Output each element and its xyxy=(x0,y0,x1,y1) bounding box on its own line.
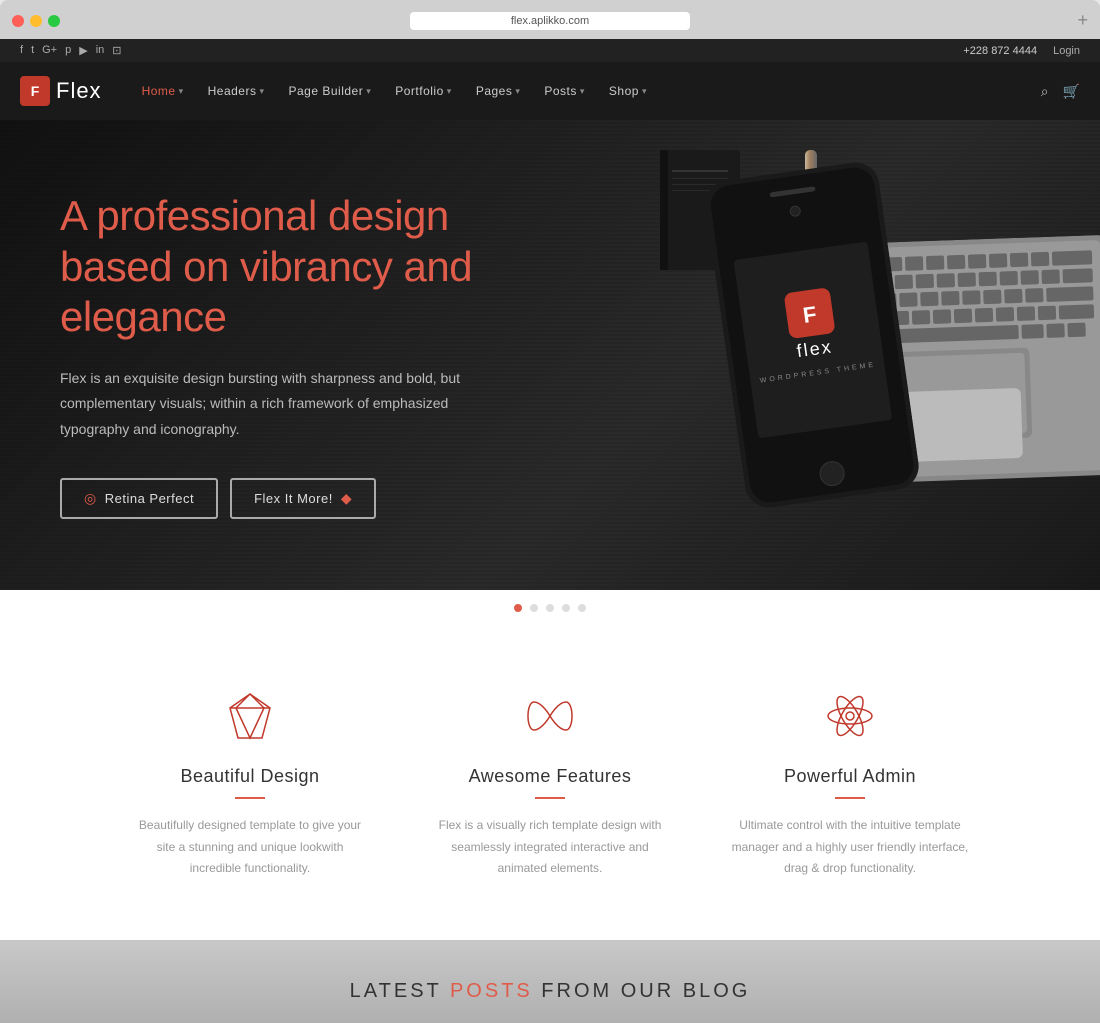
social-links: f t G+ p ▶ in ⊡ xyxy=(20,44,121,57)
infinity-icon xyxy=(430,686,670,746)
nav-pages-chevron: ▾ xyxy=(515,86,520,97)
feature-awesome-features-desc: Flex is a visually rich template design … xyxy=(430,815,670,880)
flex-it-more-button[interactable]: Flex It More! ◆ xyxy=(230,478,376,519)
feature-awesome-features-underline xyxy=(535,797,565,799)
nav-headers[interactable]: Headers ▾ xyxy=(198,76,275,106)
cart-icon[interactable]: 🛒 xyxy=(1063,83,1080,100)
hero-buttons: ◎ Retina Perfect Flex It More! ◆ xyxy=(60,478,490,519)
slider-dot-4[interactable] xyxy=(562,604,570,612)
blog-title-accent: POSTS xyxy=(450,980,533,1002)
blog-title-suffix: FROM OUR BLOG xyxy=(533,980,751,1002)
hero-title: A professional design based on vibrancy … xyxy=(60,191,490,342)
logo-text: Flex xyxy=(56,78,102,104)
hero-description: Flex is an exquisite design bursting wit… xyxy=(60,366,480,442)
nav-portfolio[interactable]: Portfolio ▾ xyxy=(385,76,462,106)
nav-portfolio-label: Portfolio xyxy=(395,84,444,98)
social-youtube[interactable]: ▶ xyxy=(79,44,87,57)
nav-shop[interactable]: Shop ▾ xyxy=(599,76,657,106)
dot-close[interactable] xyxy=(12,15,24,27)
feature-powerful-admin-title: Powerful Admin xyxy=(730,766,970,787)
social-other[interactable]: ⊡ xyxy=(112,44,121,57)
retina-perfect-button[interactable]: ◎ Retina Perfect xyxy=(60,478,218,519)
nav-pages[interactable]: Pages ▾ xyxy=(466,76,531,106)
login-link[interactable]: Login xyxy=(1053,45,1080,57)
logo-icon: F xyxy=(20,76,50,106)
nav-page-builder[interactable]: Page Builder ▾ xyxy=(279,76,382,106)
feature-beautiful-design: Beautiful Design Beautifully designed te… xyxy=(100,686,400,880)
feature-beautiful-design-title: Beautiful Design xyxy=(130,766,370,787)
nav-pages-label: Pages xyxy=(476,84,513,98)
main-nav: F Flex Home ▾ Headers ▾ Page Builder ▾ P… xyxy=(0,62,1100,120)
topbar-right: +228 872 4444 Login xyxy=(963,45,1080,57)
browser-frame: flex.aplikko.com + xyxy=(0,0,1100,39)
nav-posts[interactable]: Posts ▾ xyxy=(534,76,595,106)
social-pinterest[interactable]: p xyxy=(65,44,71,57)
slider-dot-5[interactable] xyxy=(578,604,586,612)
feature-beautiful-design-underline xyxy=(235,797,265,799)
hero-device-area: F flex WORDPRESS THEME xyxy=(495,120,1100,590)
slider-dot-3[interactable] xyxy=(546,604,554,612)
slider-dot-1[interactable] xyxy=(514,604,522,612)
slider-dot-2[interactable] xyxy=(530,604,538,612)
dot-maximize[interactable] xyxy=(48,15,60,27)
topbar: f t G+ p ▶ in ⊡ +228 872 4444 Login xyxy=(0,39,1100,62)
social-facebook[interactable]: f xyxy=(20,44,23,57)
nav-icon-group: ⌕ 🛒 xyxy=(1041,83,1080,100)
nav-page-builder-label: Page Builder xyxy=(289,84,364,98)
browser-titlebar: flex.aplikko.com + xyxy=(0,10,1100,39)
nav-home[interactable]: Home ▾ xyxy=(132,76,194,106)
slider-dots xyxy=(0,590,1100,626)
browser-dots xyxy=(12,15,60,27)
diamond-small-icon: ◆ xyxy=(341,490,352,507)
atom-icon xyxy=(730,686,970,746)
social-googleplus[interactable]: G+ xyxy=(42,44,57,57)
retina-button-label: Retina Perfect xyxy=(105,491,194,506)
nav-shop-chevron: ▾ xyxy=(642,86,647,97)
nav-portfolio-chevron: ▾ xyxy=(447,86,452,97)
hero-section: F flex WORDPRESS THEME xyxy=(0,120,1100,590)
phone-number: +228 872 4444 xyxy=(963,45,1037,57)
nav-home-chevron: ▾ xyxy=(179,86,184,97)
nav-headers-chevron: ▾ xyxy=(259,86,264,97)
nav-posts-label: Posts xyxy=(544,84,577,98)
blog-section: LATEST POSTS FROM OUR BLOG xyxy=(0,940,1100,1023)
url-bar[interactable]: flex.aplikko.com xyxy=(410,12,690,30)
blog-title-prefix: LATEST xyxy=(350,980,450,1002)
nav-home-label: Home xyxy=(142,84,176,98)
search-icon[interactable]: ⌕ xyxy=(1041,83,1049,100)
nav-posts-chevron: ▾ xyxy=(580,86,585,97)
diamond-icon xyxy=(130,686,370,746)
nav-shop-label: Shop xyxy=(609,84,639,98)
flex-button-label: Flex It More! xyxy=(254,491,333,506)
social-twitter[interactable]: t xyxy=(31,44,34,57)
nav-items: Home ▾ Headers ▾ Page Builder ▾ Portfoli… xyxy=(132,76,1041,106)
feature-powerful-admin: Powerful Admin Ultimate control with the… xyxy=(700,686,1000,880)
new-tab-button[interactable]: + xyxy=(1077,10,1088,31)
blog-title: LATEST POSTS FROM OUR BLOG xyxy=(20,980,1080,1003)
eye-icon: ◎ xyxy=(84,490,97,507)
hero-content: A professional design based on vibrancy … xyxy=(0,191,550,519)
dot-minimize[interactable] xyxy=(30,15,42,27)
feature-powerful-admin-desc: Ultimate control with the intuitive temp… xyxy=(730,815,970,880)
logo[interactable]: F Flex xyxy=(20,76,102,106)
phone-mockup: F flex WORDPRESS THEME xyxy=(703,159,923,515)
feature-awesome-features: Awesome Features Flex is a visually rich… xyxy=(400,686,700,880)
feature-awesome-features-title: Awesome Features xyxy=(430,766,670,787)
nav-page-builder-chevron: ▾ xyxy=(366,86,371,97)
social-linkedin[interactable]: in xyxy=(96,44,105,57)
nav-headers-label: Headers xyxy=(208,84,257,98)
feature-powerful-admin-underline xyxy=(835,797,865,799)
feature-beautiful-design-desc: Beautifully designed template to give yo… xyxy=(130,815,370,880)
features-section: Beautiful Design Beautifully designed te… xyxy=(0,626,1100,940)
